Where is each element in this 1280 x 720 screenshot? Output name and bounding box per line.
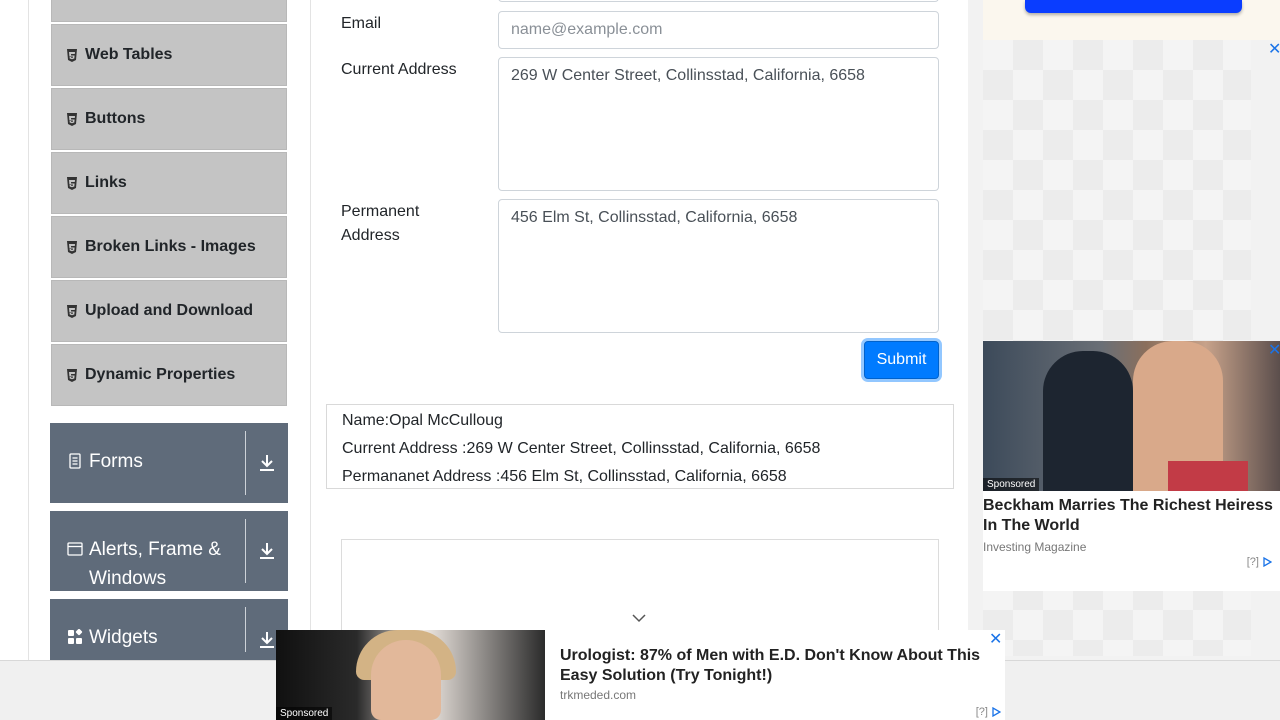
ad-meta-text: [?]: [975, 706, 988, 718]
ad-meta-text: [?]: [1246, 556, 1259, 568]
sidebar-item-label: Dynamic Properties: [85, 366, 236, 383]
group-label: Widgets: [89, 627, 158, 648]
adchoices-icon: [992, 706, 1002, 718]
sidebar-item-label: Buttons: [85, 110, 146, 127]
chevron-down-icon[interactable]: [631, 612, 647, 624]
output-permanent-address: Permananet Address :456 Elm St, Collinss…: [342, 468, 787, 485]
ad-source[interactable]: Investing Magazine: [983, 540, 1280, 554]
sidebar-item-previous[interactable]: [51, 0, 287, 22]
bottom-ad-source[interactable]: trkmeded.com: [560, 688, 636, 702]
sidebar-group-widgets[interactable]: Widgets: [50, 599, 288, 660]
sidebar-item-label: Broken Links - Images: [85, 238, 256, 255]
submit-button[interactable]: Submit: [864, 341, 939, 379]
adchoices-info[interactable]: [?]: [975, 706, 1002, 718]
bottom-ad-title[interactable]: Urologist: 87% of Men with E.D. Don't Kn…: [560, 646, 990, 686]
current-address-label: Current Address: [341, 61, 457, 78]
right-ad-card[interactable]: Sponsored Beckham Marries The Richest He…: [983, 341, 1280, 591]
sidebar-item-label: Upload and Download: [85, 302, 253, 319]
close-icon[interactable]: ✕: [989, 632, 1002, 648]
email-label: Email: [341, 15, 382, 32]
top-ad-banner[interactable]: [983, 0, 1280, 40]
permanent-address-label: Permanent Address: [341, 203, 420, 244]
email-field[interactable]: [498, 11, 939, 49]
sponsored-badge: Sponsored: [983, 478, 1040, 491]
window-icon: [67, 542, 83, 556]
sidebar-item-broken-links[interactable]: Broken Links - Images: [51, 216, 287, 278]
ad-title[interactable]: Beckham Marries The Richest Heiress In T…: [983, 496, 1280, 536]
sidebar-item-links[interactable]: Links: [51, 152, 287, 214]
permanent-address-field[interactable]: 456 Elm St, Collinsstad, California, 665…: [498, 199, 939, 333]
html5-icon: [67, 304, 77, 318]
group-label: Alerts, Frame & Windows: [89, 539, 221, 589]
ad-image[interactable]: Sponsored: [983, 341, 1280, 491]
html5-icon: [67, 112, 77, 126]
sponsored-badge: Sponsored: [276, 707, 333, 720]
html5-icon: [67, 176, 77, 190]
sidebar-item-label: Links: [85, 174, 127, 191]
widgets-icon: [68, 629, 83, 644]
group-label: Forms: [89, 451, 143, 472]
adchoices-icon: [1263, 556, 1273, 568]
close-icon[interactable]: ✕: [1268, 343, 1280, 359]
adchoices-info[interactable]: [?]: [1246, 556, 1273, 568]
html5-icon: [67, 48, 77, 62]
sidebar-group-alerts[interactable]: Alerts, Frame & Windows: [50, 511, 288, 591]
close-icon[interactable]: ✕: [1268, 42, 1280, 58]
download-icon[interactable]: [246, 423, 288, 503]
bottom-ad[interactable]: Sponsored Urologist: 87% of Men with E.D…: [276, 630, 1005, 720]
sidebar-item-buttons[interactable]: Buttons: [51, 88, 287, 150]
sidebar-item-web-tables[interactable]: Web Tables: [51, 24, 287, 86]
sidebar-item-label: Web Tables: [85, 46, 173, 63]
sidebar-item-upload-download[interactable]: Upload and Download: [51, 280, 287, 342]
html5-icon: [67, 368, 77, 382]
document-icon: [69, 453, 81, 469]
bottom-ad-image[interactable]: Sponsored: [276, 630, 545, 720]
ad-cta-button[interactable]: [1025, 0, 1242, 13]
sidebar-group-forms[interactable]: Forms: [50, 423, 288, 503]
output-name: Name:Opal McCulloug: [342, 412, 503, 429]
html5-icon: [67, 240, 77, 254]
sidebar-item-dynamic-properties[interactable]: Dynamic Properties: [51, 344, 287, 406]
download-icon[interactable]: [246, 511, 288, 591]
previous-field[interactable]: [498, 0, 939, 2]
current-address-field[interactable]: 269 W Center Street, Collinsstad, Califo…: [498, 57, 939, 191]
left-sidebar: Web Tables Buttons Links Broken Links - …: [28, 0, 311, 720]
output-current-address: Current Address :269 W Center Street, Co…: [342, 440, 821, 457]
output-panel: Name:Opal McCulloug Current Address :269…: [326, 404, 954, 489]
